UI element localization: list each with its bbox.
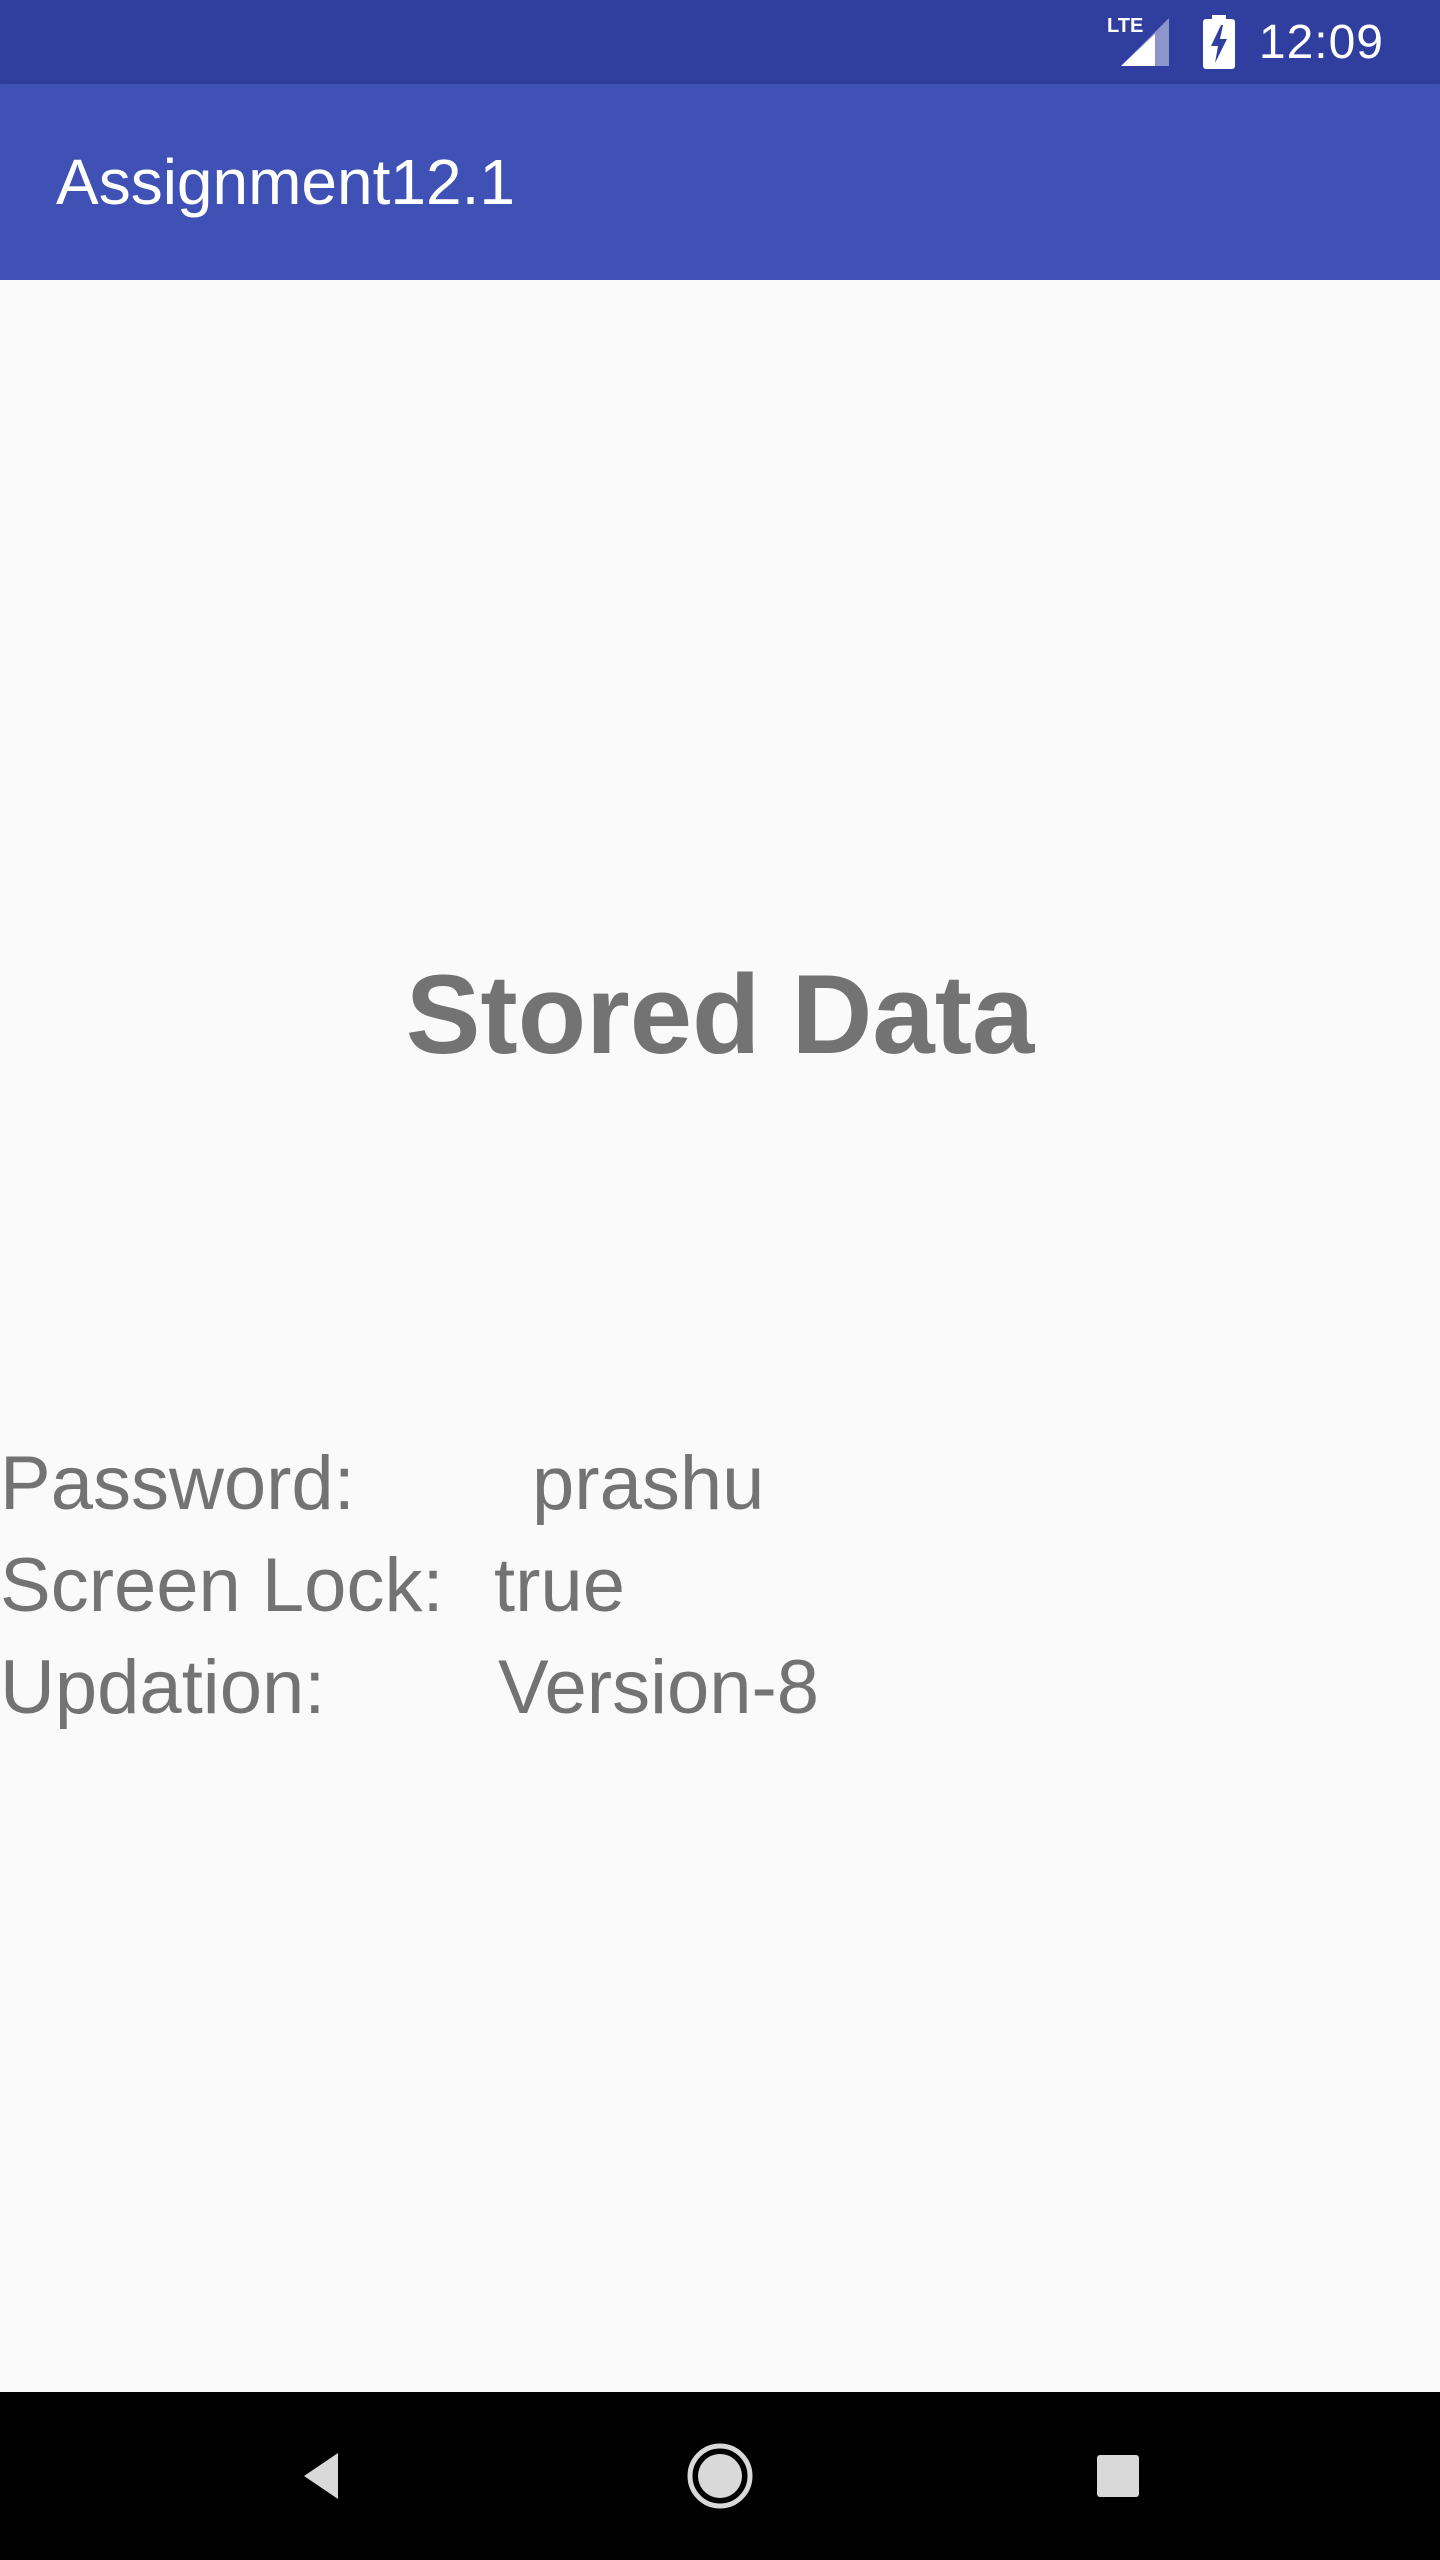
- home-button[interactable]: [672, 2428, 768, 2524]
- password-label: Password:: [0, 1441, 355, 1526]
- navigation-bar: [0, 2392, 1440, 2560]
- status-icons: LTE 12:09: [1107, 0, 1384, 84]
- home-icon: [687, 2443, 753, 2509]
- password-value: prashu: [532, 1441, 765, 1526]
- lte-signal-icon: LTE: [1107, 12, 1179, 72]
- app-title: Assignment12.1: [56, 146, 515, 218]
- recents-button[interactable]: [1070, 2428, 1166, 2524]
- page-heading: Stored Data: [405, 952, 1035, 1077]
- updation-row: Updation: Version-8: [0, 1644, 1440, 1744]
- screen-lock-row: Screen Lock: true: [0, 1542, 1440, 1642]
- updation-label: Updation:: [0, 1645, 326, 1730]
- updation-value: Version-8: [498, 1645, 820, 1730]
- app-toolbar: Assignment12.1: [0, 84, 1440, 280]
- back-icon: [304, 2453, 338, 2499]
- battery-charging-icon: [1202, 15, 1235, 69]
- screen-lock-value: true: [494, 1543, 625, 1628]
- status-time: 12:09: [1258, 15, 1384, 69]
- back-button[interactable]: [274, 2428, 370, 2524]
- lte-label: LTE: [1107, 15, 1143, 37]
- password-row: Password: prashu: [0, 1440, 1440, 1540]
- status-bar: LTE 12:09: [0, 0, 1440, 84]
- screen-lock-label: Screen Lock:: [0, 1543, 444, 1628]
- content-area: Stored Data Password: prashu Screen Lock…: [0, 280, 1440, 2392]
- recents-icon: [1097, 2455, 1139, 2497]
